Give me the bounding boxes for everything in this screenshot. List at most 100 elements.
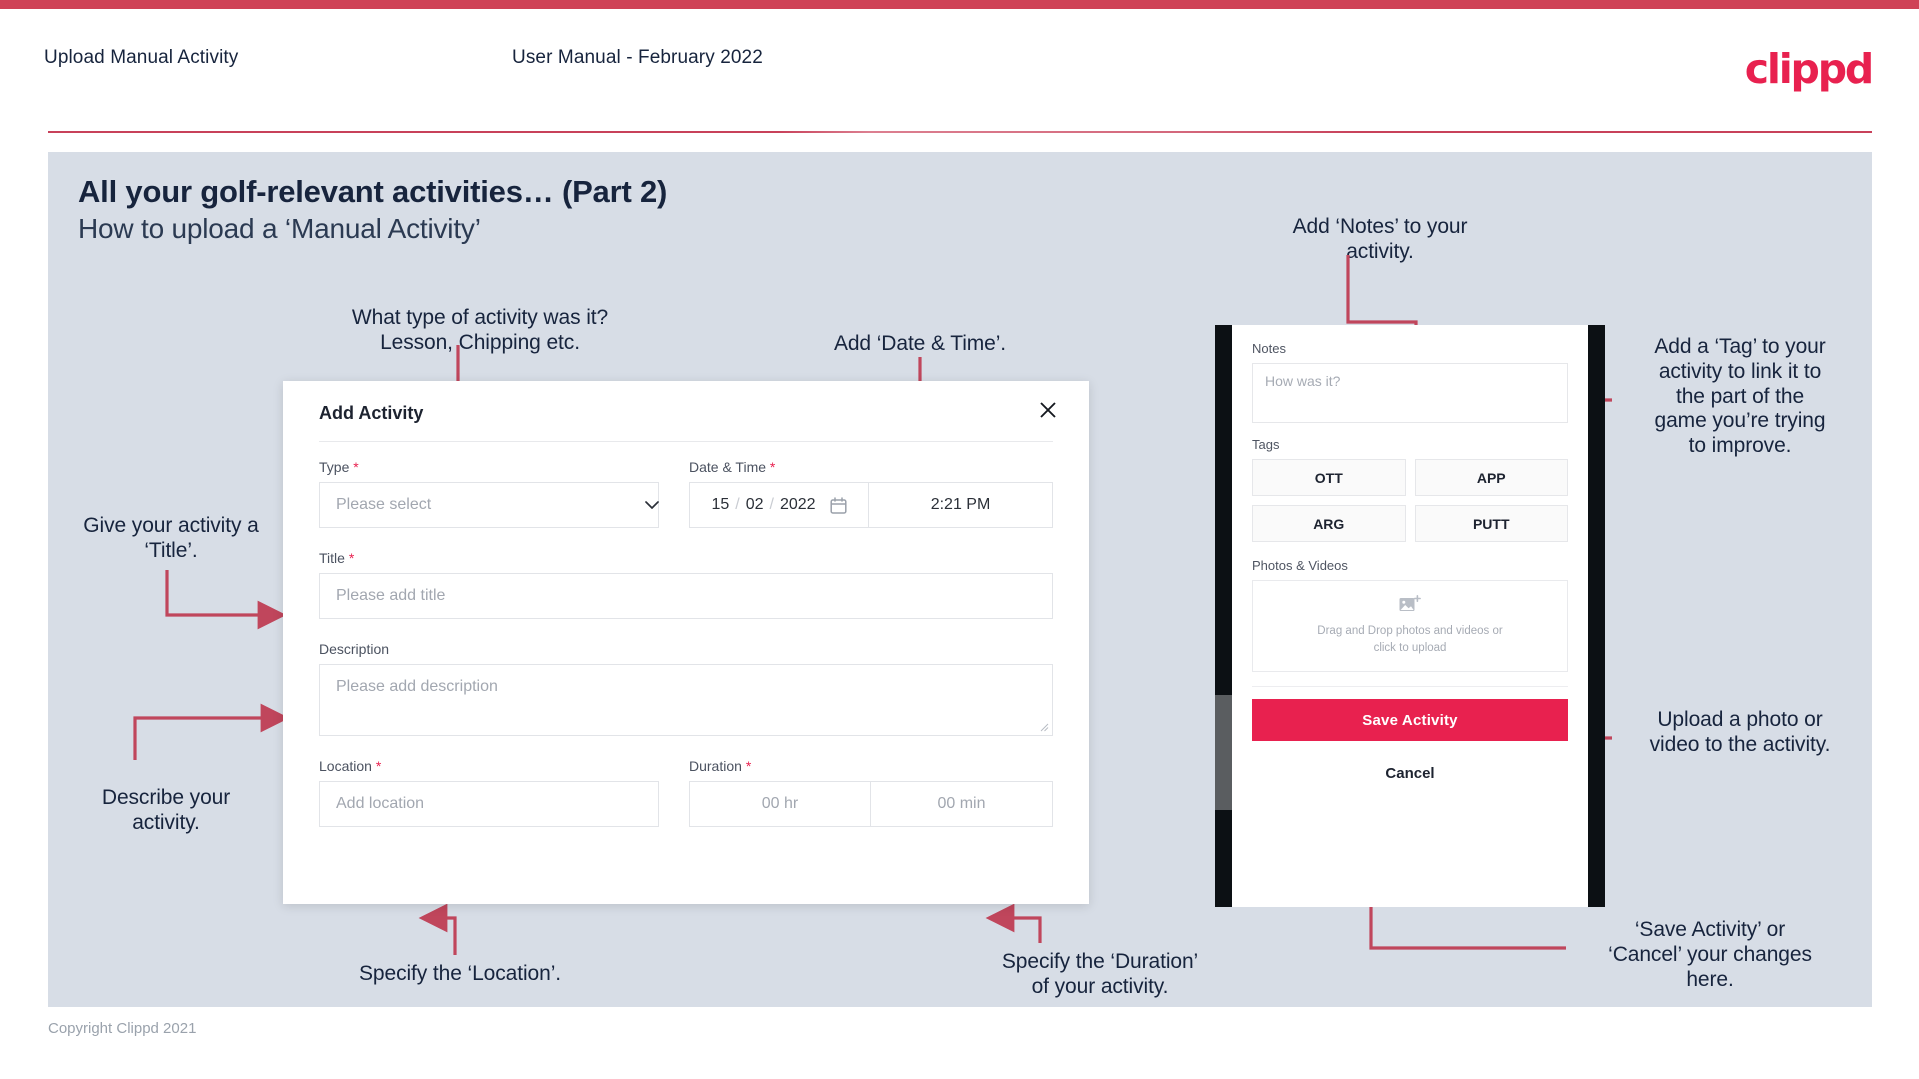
location-label: Location * [319, 758, 689, 774]
add-activity-modal: Add Activity Type * Please select Date &… [283, 381, 1089, 904]
tags-grid: OTT APP ARG PUTT [1252, 459, 1568, 542]
annotation-duration: Specify the ‘Duration’ of your activity. [1001, 950, 1199, 998]
header-left-title: Upload Manual Activity [44, 47, 239, 68]
resize-grip-icon[interactable] [1040, 723, 1049, 732]
tag-button-arg[interactable]: ARG [1252, 505, 1406, 542]
notes-placeholder: How was it? [1265, 373, 1341, 389]
time-input[interactable]: 2:21 PM [868, 482, 1053, 528]
required-asterisk: * [348, 550, 355, 566]
description-placeholder: Please add description [336, 678, 498, 695]
duration-field-group: Duration * 00 hr 00 min [689, 758, 1053, 827]
close-icon[interactable] [1032, 395, 1064, 427]
annotation-type: What type of activity was it? Lesson, Chi… [351, 306, 609, 354]
dropzone-line-2: click to upload [1373, 642, 1447, 654]
datetime-label-text: Date & Time [689, 459, 767, 475]
phone-right-edge [1588, 325, 1605, 907]
type-label-text: Type [319, 459, 350, 475]
header-divider [48, 131, 1872, 133]
duration-group: 00 hr 00 min [689, 781, 1053, 827]
phone-divider [1252, 686, 1568, 687]
annotation-upload: Upload a photo or video to the activity. [1649, 708, 1831, 756]
location-input[interactable]: Add location [319, 781, 659, 827]
title-label: Title * [319, 550, 1053, 566]
add-image-icon [1399, 595, 1421, 612]
header-center-title: User Manual - February 2022 [512, 47, 763, 68]
annotation-save-cancel: ‘Save Activity’ or ‘Cancel’ your changes h… [1608, 918, 1812, 991]
time-value: 2:21 PM [930, 496, 991, 513]
date-input[interactable]: 15 / 02 / 2022 [689, 482, 868, 528]
annotation-notes: Add ‘Notes’ to your activity. [1292, 215, 1468, 263]
description-label: Description [319, 641, 390, 657]
form-row-type-datetime: Type * Please select Date & Time * 15 / … [319, 459, 1053, 528]
datetime-field-group: Date & Time * 15 / 02 / 2022 2:21 PM [689, 459, 1053, 528]
calendar-icon[interactable] [829, 496, 847, 514]
form-row-location-duration: Location * Add location Duration * 00 hr [319, 758, 1053, 827]
activity-form: Type * Please select Date & Time * 15 / … [319, 459, 1053, 827]
annotation-description: Describe your activity. [101, 786, 231, 834]
required-asterisk: * [353, 459, 359, 475]
modal-header: Add Activity [283, 381, 1089, 443]
description-textarea[interactable]: Please add description [319, 664, 1053, 736]
duration-label-text: Duration [689, 758, 742, 774]
page-header: Upload Manual Activity User Manual - Feb… [0, 9, 1919, 133]
annotation-title: Give your activity a ‘Title’. [83, 514, 259, 562]
phone-edge-lower [1215, 810, 1232, 907]
datetime-label: Date & Time * [689, 459, 1053, 475]
photo-dropzone[interactable]: Drag and Drop photos and videos or click… [1252, 580, 1568, 672]
page-subtitle: How to upload a ‘Manual Activity’ [78, 213, 481, 244]
type-placeholder: Please select [336, 496, 432, 513]
tag-button-ott[interactable]: OTT [1252, 459, 1406, 496]
annotation-datetime: Add ‘Date & Time’. [833, 332, 1007, 355]
top-accent-bar [0, 0, 1919, 9]
cancel-button[interactable]: Cancel [1252, 765, 1568, 782]
modal-title: Add Activity [319, 403, 424, 423]
annotation-location: Specify the ‘Location’. [359, 962, 561, 985]
phone-volume-button [1215, 695, 1232, 810]
datetime-group: 15 / 02 / 2022 2:21 PM [689, 482, 1053, 528]
duration-hr-placeholder: 00 hr [761, 795, 799, 812]
save-activity-button[interactable]: Save Activity [1252, 699, 1568, 741]
required-asterisk: * [375, 758, 382, 774]
tag-button-putt[interactable]: PUTT [1414, 505, 1568, 542]
location-placeholder: Add location [336, 795, 425, 812]
type-field-group: Type * Please select [319, 459, 689, 528]
duration-hours-input[interactable]: 00 hr [689, 781, 871, 827]
footer-copyright: Copyright Clippd 2021 [48, 1020, 197, 1037]
notes-textarea[interactable]: How was it? [1252, 363, 1568, 423]
tag-button-app[interactable]: APP [1414, 459, 1568, 496]
date-year: 2022 [779, 496, 816, 513]
photos-videos-label: Photos & Videos [1252, 558, 1348, 573]
page-title: All your golf-relevant activities… (Part… [78, 174, 668, 209]
title-input[interactable]: Please add title [319, 573, 1053, 619]
duration-min-placeholder: 00 min [937, 795, 986, 812]
slide-page: Upload Manual Activity User Manual - Feb… [0, 0, 1919, 1079]
title-field-group: Title * Please add title [319, 550, 1053, 619]
description-field-group: Description Please add description [319, 641, 1053, 736]
chevron-down-icon [645, 501, 659, 509]
annotation-tags: Add a ‘Tag’ to your activity to link it t… [1654, 335, 1826, 458]
location-field-group: Location * Add location [319, 758, 689, 827]
required-asterisk: * [745, 758, 752, 774]
type-label: Type * [319, 459, 689, 475]
phone-left-edge [1215, 325, 1232, 907]
location-label-text: Location [319, 758, 372, 774]
type-select-wrap: Please select [319, 482, 689, 528]
date-sep-2: / [769, 496, 774, 513]
date-sep-1: / [735, 496, 740, 513]
phone-mockup: Notes How was it? Tags OTT APP ARG PUTT … [1215, 325, 1605, 907]
clippd-logo: clippd [1744, 45, 1874, 93]
type-select[interactable]: Please select [319, 482, 659, 528]
duration-label: Duration * [689, 758, 1053, 774]
dropzone-line-1: Drag and Drop photos and videos or [1317, 625, 1503, 638]
tags-label: Tags [1252, 437, 1280, 452]
modal-divider [319, 441, 1053, 442]
phone-screen: Notes How was it? Tags OTT APP ARG PUTT … [1232, 325, 1588, 907]
notes-label: Notes [1252, 341, 1286, 356]
date-day: 15 [711, 496, 730, 513]
dropzone-text: Drag and Drop photos and videos or click… [1317, 623, 1502, 656]
title-placeholder: Please add title [336, 587, 446, 604]
title-label-text: Title [319, 550, 345, 566]
duration-minutes-input[interactable]: 00 min [871, 781, 1053, 827]
required-asterisk: * [769, 459, 776, 475]
date-month: 02 [745, 496, 764, 513]
